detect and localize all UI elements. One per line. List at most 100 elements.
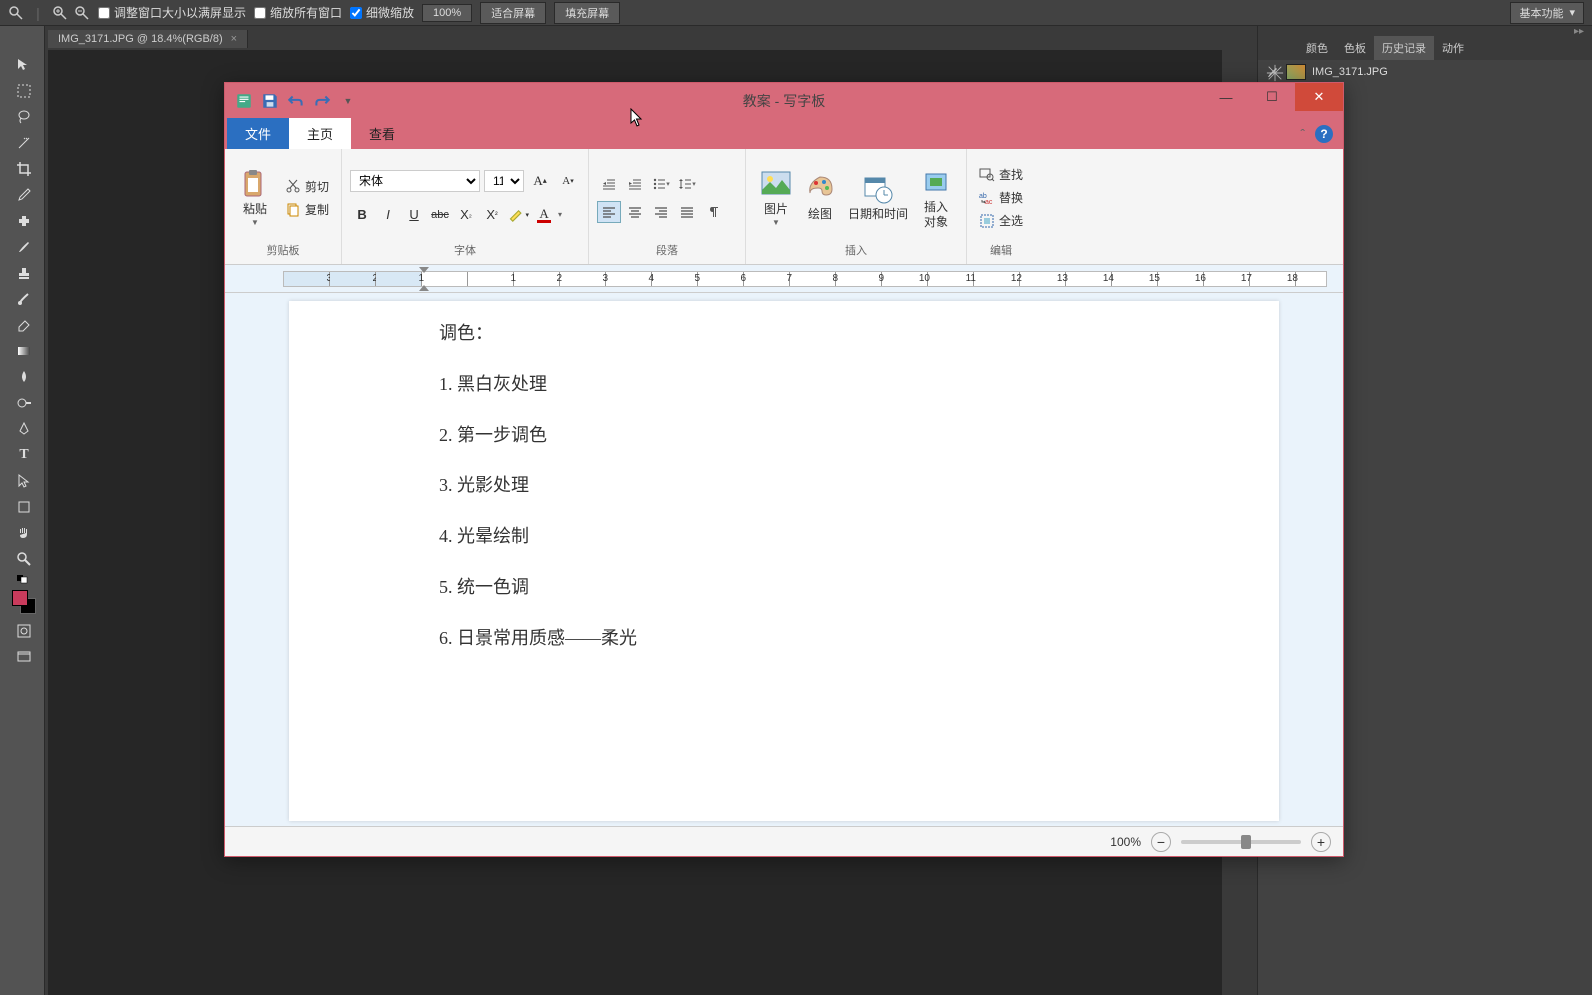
doc-line[interactable]: 调色：: [439, 319, 1129, 348]
close-icon[interactable]: ×: [231, 33, 237, 45]
maximize-button[interactable]: ☐: [1249, 83, 1295, 111]
paste-button[interactable]: 粘贴 ▼: [233, 164, 277, 231]
insert-datetime-button[interactable]: 日期和时间: [842, 169, 914, 225]
screenmode-icon[interactable]: [10, 644, 38, 670]
healing-tool-icon[interactable]: [10, 208, 38, 234]
doc-line[interactable]: 5. 统一色调: [439, 573, 1129, 602]
replace-button[interactable]: abac 替换: [975, 187, 1027, 208]
color-swatch[interactable]: [12, 590, 36, 614]
highlight-button[interactable]: ▾: [506, 204, 530, 226]
path-select-tool-icon[interactable]: [10, 468, 38, 494]
close-button[interactable]: ✕: [1295, 83, 1343, 111]
starburst-icon[interactable]: [1264, 62, 1286, 84]
zoom-out-icon[interactable]: [74, 5, 90, 21]
tab-view[interactable]: 查看: [351, 118, 413, 149]
align-right-button[interactable]: [649, 201, 673, 223]
ruler-indent-marker[interactable]: [419, 265, 429, 293]
document-page[interactable]: 调色： 1. 黑白灰处理 2. 第一步调色 3. 光影处理 4. 光晕绘制 5.…: [289, 301, 1279, 821]
insert-picture-button[interactable]: 图片 ▼: [754, 164, 798, 231]
pen-tool-icon[interactable]: [10, 416, 38, 442]
superscript-button[interactable]: X²: [480, 204, 504, 226]
document-area[interactable]: 调色： 1. 黑白灰处理 2. 第一步调色 3. 光影处理 4. 光晕绘制 5.…: [225, 293, 1343, 826]
font-family-select[interactable]: 宋体: [350, 170, 480, 192]
select-all-button[interactable]: 全选: [975, 210, 1027, 231]
gradient-tool-icon[interactable]: [10, 338, 38, 364]
paragraph-dialog-button[interactable]: [701, 201, 725, 223]
wordpad-titlebar[interactable]: ▼ 教案 - 写字板 — ☐ ✕: [225, 83, 1343, 119]
bold-button[interactable]: B: [350, 204, 374, 226]
line-spacing-button[interactable]: ▾: [675, 173, 699, 195]
chevron-down-icon[interactable]: ▾: [558, 210, 562, 219]
ps-fill-screen-button[interactable]: 填充屏幕: [554, 2, 620, 24]
ps-tab-swatches[interactable]: 色板: [1336, 36, 1374, 60]
italic-button[interactable]: I: [376, 204, 400, 226]
wand-tool-icon[interactable]: [10, 130, 38, 156]
find-button[interactable]: 查找: [975, 164, 1027, 185]
ps-opt-resize[interactable]: 调整窗口大小以满屏显示: [98, 4, 246, 21]
hand-tool-icon[interactable]: [10, 520, 38, 546]
underline-button[interactable]: U: [402, 204, 426, 226]
save-icon[interactable]: [261, 92, 279, 110]
ps-tab-color[interactable]: 颜色: [1298, 36, 1336, 60]
ps-fit-screen-button[interactable]: 适合屏幕: [480, 2, 546, 24]
tab-home[interactable]: 主页: [289, 118, 351, 149]
brush-tool-icon[interactable]: [10, 234, 38, 260]
ps-tab-history[interactable]: 历史记录: [1374, 36, 1434, 60]
blur-tool-icon[interactable]: [10, 364, 38, 390]
decrease-indent-button[interactable]: [597, 173, 621, 195]
ps-opt-zoom-all[interactable]: 缩放所有窗口: [254, 4, 342, 21]
tab-file[interactable]: 文件: [227, 118, 289, 149]
qat-dropdown-icon[interactable]: ▼: [339, 92, 357, 110]
lasso-tool-icon[interactable]: [10, 104, 38, 130]
insert-paint-button[interactable]: 绘图: [798, 169, 842, 225]
zoom-tool-icon-2[interactable]: [10, 546, 38, 572]
justify-button[interactable]: [675, 201, 699, 223]
zoom-in-icon[interactable]: [52, 5, 68, 21]
strikethrough-button[interactable]: abc: [428, 204, 452, 226]
ps-workspace-dropdown[interactable]: 基本功能: [1510, 2, 1584, 24]
copy-button[interactable]: 复制: [281, 199, 333, 220]
subscript-button[interactable]: X₂: [454, 204, 478, 226]
cut-button[interactable]: 剪切: [281, 176, 333, 197]
ps-zoom-100-button[interactable]: 100%: [422, 4, 472, 22]
history-brush-tool-icon[interactable]: [10, 286, 38, 312]
eraser-tool-icon[interactable]: [10, 312, 38, 338]
ps-document-tab[interactable]: IMG_3171.JPG @ 18.4%(RGB/8) ×: [48, 30, 248, 48]
insert-object-button[interactable]: 插入 对象: [914, 162, 958, 233]
zoom-in-button[interactable]: +: [1311, 832, 1331, 852]
ruler[interactable]: 3 2 1 1 2 3 4 5 6 7 8 9 10 11 12 13 14 1…: [225, 265, 1343, 293]
doc-line[interactable]: 2. 第一步调色: [439, 421, 1129, 450]
panel-collapse-icon[interactable]: ▸▸: [1258, 26, 1592, 36]
eyedropper-tool-icon[interactable]: [10, 182, 38, 208]
font-color-button[interactable]: A: [532, 204, 556, 226]
quickmask-icon[interactable]: [10, 618, 38, 644]
increase-indent-button[interactable]: [623, 173, 647, 195]
doc-line[interactable]: 3. 光影处理: [439, 471, 1129, 500]
stamp-tool-icon[interactable]: [10, 260, 38, 286]
shape-tool-icon[interactable]: [10, 494, 38, 520]
doc-line[interactable]: 4. 光晕绘制: [439, 522, 1129, 551]
shrink-font-button[interactable]: A▾: [556, 170, 580, 192]
align-center-button[interactable]: [623, 201, 647, 223]
marquee-tool-icon[interactable]: [10, 78, 38, 104]
crop-tool-icon[interactable]: [10, 156, 38, 182]
align-left-button[interactable]: [597, 201, 621, 223]
help-icon[interactable]: ?: [1315, 125, 1333, 143]
ps-tab-actions[interactable]: 动作: [1434, 36, 1472, 60]
ps-history-entry[interactable]: IMG_3171.JPG: [1258, 60, 1592, 84]
doc-line[interactable]: 6. 日景常用质感——柔光: [439, 624, 1129, 653]
color-default-icon[interactable]: [10, 572, 38, 586]
doc-line[interactable]: 1. 黑白灰处理: [439, 370, 1129, 399]
type-tool-icon[interactable]: T: [10, 442, 38, 468]
font-size-select[interactable]: 11: [484, 170, 524, 192]
wordpad-app-icon[interactable]: [235, 92, 253, 110]
zoom-slider[interactable]: [1181, 840, 1301, 844]
redo-icon[interactable]: [313, 92, 331, 110]
bullets-button[interactable]: ▾: [649, 173, 673, 195]
undo-icon[interactable]: [287, 92, 305, 110]
zoom-out-button[interactable]: −: [1151, 832, 1171, 852]
move-tool-icon[interactable]: [10, 52, 38, 78]
grow-font-button[interactable]: A▴: [528, 170, 552, 192]
ribbon-collapse-icon[interactable]: ˆ: [1300, 126, 1305, 142]
dodge-tool-icon[interactable]: [10, 390, 38, 416]
